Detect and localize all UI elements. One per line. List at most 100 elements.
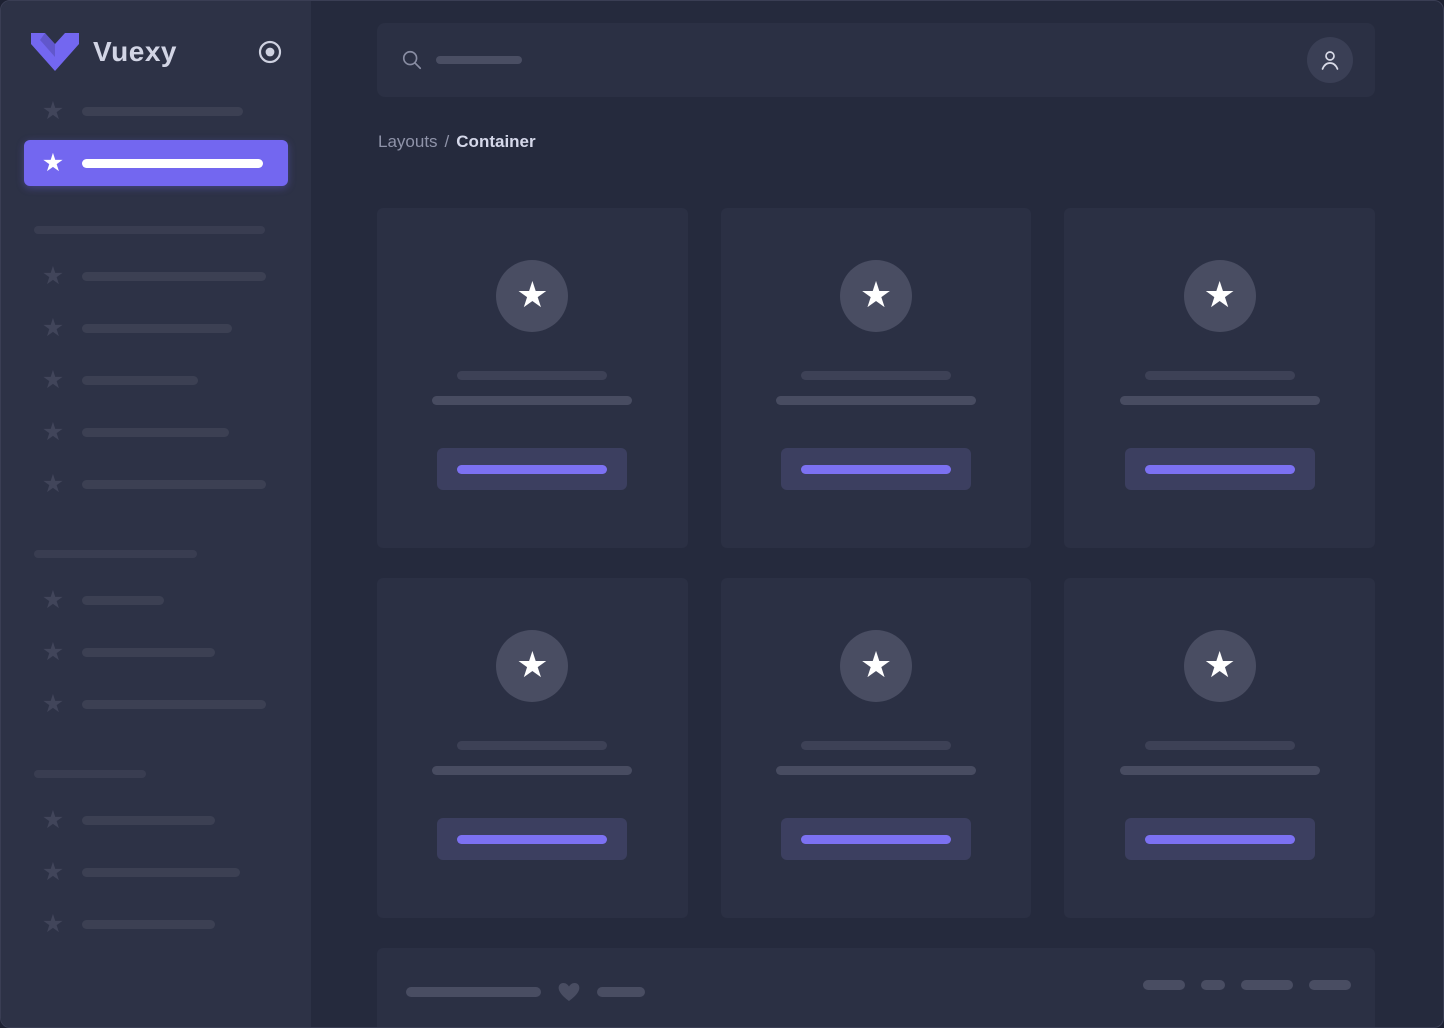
sidebar-nav-item[interactable]: ★ [1, 302, 311, 354]
star-icon: ★ [41, 637, 65, 666]
card-subtitle-placeholder-bar [775, 396, 976, 405]
card-title-placeholder-bar [1144, 371, 1295, 380]
star-icon: ★ [1203, 643, 1236, 685]
card-action-button[interactable] [780, 448, 971, 490]
person-icon [1321, 51, 1339, 70]
card-avatar: ★ [496, 630, 569, 702]
user-avatar[interactable] [1307, 37, 1353, 83]
card-action-button[interactable] [437, 448, 628, 490]
app-title: Vuexy [93, 36, 177, 67]
star-icon: ★ [859, 273, 893, 315]
content-card: ★ [1064, 208, 1375, 548]
app-window: Vuexy ★ ★ ★ ★ ★ ★ ★ ★ ★ ★ ★ ★ ★ Layouts … [0, 0, 1444, 1028]
sidebar-section-header [1, 754, 311, 794]
sidebar-nav-item[interactable]: ★ [1, 250, 311, 302]
content-card: ★ [377, 208, 688, 548]
sidebar-nav-item[interactable]: ★ [1, 846, 311, 898]
section-placeholder-bar [34, 550, 197, 558]
sidebar-nav-item[interactable]: ★ [24, 140, 288, 186]
star-icon: ★ [41, 365, 65, 394]
breadcrumb-current: Container [456, 132, 536, 151]
sidebar-nav-item[interactable]: ★ [1, 458, 311, 510]
card-subtitle-placeholder-bar [1119, 766, 1320, 775]
card-subtitle-placeholder-bar [775, 766, 976, 775]
search-icon [402, 50, 422, 70]
card-avatar: ★ [839, 260, 912, 332]
star-icon: ★ [1203, 273, 1236, 315]
nav-label-placeholder-bar [82, 815, 215, 825]
card-action-button[interactable] [780, 818, 971, 860]
nav-label-placeholder-bar [82, 323, 232, 333]
card-subtitle-placeholder-bar [1119, 396, 1320, 405]
star-icon: ★ [41, 469, 65, 498]
card-grid: ★ ★ ★ ★ ★ ★ [377, 208, 1375, 918]
sidebar-nav-item[interactable]: ★ [1, 574, 311, 626]
star-icon: ★ [41, 417, 65, 446]
sidebar-nav-item[interactable]: ★ [1, 794, 311, 846]
sidebar-nav-item[interactable]: ★ [1, 898, 311, 950]
content-card: ★ [720, 578, 1032, 918]
nav-label-placeholder-bar [82, 158, 263, 168]
star-icon: ★ [41, 313, 65, 342]
breadcrumb-parent[interactable]: Layouts [378, 132, 438, 151]
top-search-bar[interactable] [377, 23, 1375, 97]
card-avatar: ★ [839, 630, 912, 702]
star-icon: ★ [41, 585, 65, 614]
section-placeholder-bar [34, 226, 265, 234]
card-action-button[interactable] [1124, 818, 1315, 860]
star-icon: ★ [41, 96, 65, 125]
content-card: ★ [377, 578, 688, 918]
star-icon: ★ [516, 643, 549, 685]
footer-right-group [1143, 980, 1351, 990]
sidebar-section-header [1, 534, 311, 574]
star-icon: ★ [41, 261, 65, 290]
nav-label-placeholder-bar [82, 699, 266, 709]
card-title-placeholder-bar [800, 741, 951, 750]
nav-label-placeholder-bar [82, 427, 229, 437]
button-label-placeholder-bar [800, 464, 951, 474]
footer-placeholder-bar [1309, 980, 1351, 990]
button-label-placeholder-bar [457, 834, 608, 844]
content-card: ★ [1064, 578, 1375, 918]
sidebar-nav-item[interactable]: ★ [1, 85, 311, 137]
card-subtitle-placeholder-bar [432, 766, 633, 775]
button-label-placeholder-bar [457, 464, 608, 474]
sidebar-nav-item[interactable]: ★ [1, 626, 311, 678]
content-card: ★ [720, 208, 1032, 548]
footer-left-group [406, 980, 645, 1004]
sidebar-nav-item[interactable]: ★ [1, 354, 311, 406]
sidebar-nav-item[interactable]: ★ [1, 406, 311, 458]
nav-label-placeholder-bar [82, 867, 240, 877]
card-title-placeholder-bar [800, 371, 951, 380]
card-action-button[interactable] [1124, 448, 1315, 490]
heart-icon[interactable] [557, 980, 581, 1004]
card-avatar: ★ [1183, 260, 1256, 332]
nav-label-placeholder-bar [82, 595, 164, 605]
star-icon: ★ [41, 805, 65, 834]
card-action-button[interactable] [437, 818, 628, 860]
nav-label-placeholder-bar [82, 375, 198, 385]
sidebar-header: Vuexy [1, 1, 311, 71]
sidebar-section-header [1, 210, 311, 250]
breadcrumb: Layouts / Container [378, 132, 1375, 152]
footer-placeholder-bar [1201, 980, 1225, 990]
menu-pin-toggle-icon[interactable] [257, 39, 283, 65]
nav-label-placeholder-bar [82, 106, 243, 116]
card-avatar: ★ [496, 260, 569, 332]
star-icon: ★ [41, 857, 65, 886]
sidebar-nav-item[interactable]: ★ [1, 678, 311, 730]
breadcrumb-separator: / [444, 132, 450, 151]
footer-card [377, 948, 1375, 1027]
star-icon: ★ [41, 148, 65, 177]
star-icon: ★ [41, 909, 65, 938]
nav-label-placeholder-bar [82, 647, 215, 657]
star-icon: ★ [516, 273, 549, 315]
star-icon: ★ [859, 643, 893, 685]
card-subtitle-placeholder-bar [432, 396, 633, 405]
main-content: Layouts / Container ★ ★ ★ ★ ★ ★ [311, 1, 1443, 1027]
card-title-placeholder-bar [457, 741, 608, 750]
sidebar-nav: ★ ★ ★ ★ ★ ★ ★ ★ ★ ★ ★ ★ ★ [1, 71, 311, 950]
button-label-placeholder-bar [800, 834, 951, 844]
vuexy-logo-icon [31, 33, 79, 71]
card-avatar: ★ [1183, 630, 1256, 702]
